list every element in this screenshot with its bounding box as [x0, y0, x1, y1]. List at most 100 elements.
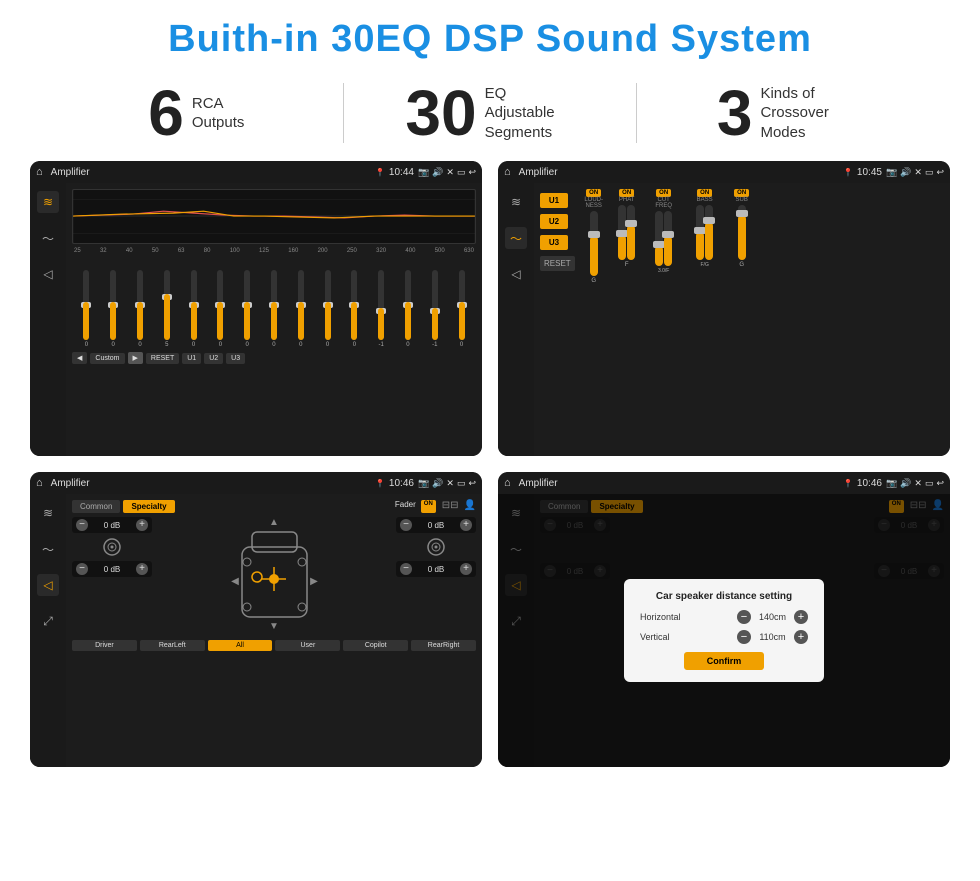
eq-slider-0[interactable]: 0	[74, 270, 99, 348]
rr-minus[interactable]: −	[400, 563, 412, 575]
home-icon-4[interactable]: ⌂	[504, 477, 511, 489]
speaker-icon-3[interactable]: ◁	[37, 574, 59, 596]
screen-crossover-topbar: ⌂ Amplifier 📍 10:45 📷 🔊 ✕ ▭ ↩	[498, 161, 950, 183]
btn-rear-left[interactable]: RearLeft	[140, 640, 205, 651]
cutfreq-slider1[interactable]	[655, 211, 663, 266]
btn-copilot[interactable]: Copilot	[343, 640, 408, 651]
wave-icon[interactable]: 〜	[37, 227, 59, 249]
fl-minus[interactable]: −	[76, 519, 88, 531]
fl-plus[interactable]: +	[136, 519, 148, 531]
rl-plus[interactable]: +	[136, 563, 148, 575]
cutfreq-on[interactable]: ON	[656, 189, 671, 197]
eq-custom-btn[interactable]: Custom	[90, 353, 124, 364]
eq-icon-2[interactable]: ≋	[505, 191, 527, 213]
topbar-icons-3: 📷 🔊 ✕ ▭ ↩	[418, 478, 476, 489]
fr-minus[interactable]: −	[400, 519, 412, 531]
wave-icon-3[interactable]: 〜	[37, 538, 59, 560]
eq-slider-4[interactable]: 0	[181, 270, 206, 348]
bass-on[interactable]: ON	[697, 189, 712, 197]
eq-icon[interactable]: ≋	[37, 191, 59, 213]
btn-all[interactable]: All	[208, 640, 273, 651]
eq-slider-14[interactable]: 0	[449, 270, 474, 348]
btn-user[interactable]: User	[275, 640, 340, 651]
eq-play-btn[interactable]: ▶	[128, 352, 143, 364]
tab-common[interactable]: Common	[72, 500, 120, 513]
sub-slider[interactable]	[738, 205, 746, 260]
preset-u1-btn[interactable]: U1	[540, 193, 568, 208]
wave-icon-2[interactable]: 〜	[505, 227, 527, 249]
rr-plus[interactable]: +	[460, 563, 472, 575]
btn-driver[interactable]: Driver	[72, 640, 137, 651]
dialog-horizontal-control: − 140cm +	[737, 610, 808, 624]
eq-slider-2[interactable]: 0	[128, 270, 153, 348]
phat-slider1[interactable]	[618, 205, 626, 260]
back-icon-4[interactable]: ↩	[936, 478, 944, 489]
screen-fader-title: Amplifier	[51, 478, 371, 489]
eq-slider-3[interactable]: 5	[154, 270, 179, 348]
rl-minus[interactable]: −	[76, 563, 88, 575]
speaker-icon-2[interactable]: ◁	[505, 263, 527, 285]
svg-text:▲: ▲	[269, 517, 279, 528]
stat-eq: 30 EQ AdjustableSegments	[354, 81, 627, 145]
horizontal-plus[interactable]: +	[794, 610, 808, 624]
volume-icon-4: 🔊	[900, 478, 911, 489]
speaker-icon[interactable]: ◁	[37, 263, 59, 285]
fader-tabs: Common Specialty Fader ON ⊟⊟ 👤	[72, 500, 476, 513]
freq-40: 40	[126, 248, 133, 254]
stat-rca-label: RCAOutputs	[192, 94, 245, 133]
phat-slider2[interactable]	[627, 205, 635, 260]
eq-prev-btn[interactable]: ◀	[72, 352, 87, 364]
loudness-slider[interactable]	[590, 211, 598, 276]
sub-val: G	[739, 262, 744, 268]
xover-phat: ON PHAT	[612, 189, 642, 450]
eq-u2-btn[interactable]: U2	[204, 353, 223, 364]
fader-right-controls: − 0 dB + −	[396, 517, 476, 637]
home-icon-3[interactable]: ⌂	[36, 477, 43, 489]
fl-speaker	[72, 537, 152, 557]
confirm-button[interactable]: Confirm	[684, 652, 764, 670]
reset-btn[interactable]: RESET	[540, 256, 575, 271]
eq-slider-9[interactable]: 0	[315, 270, 340, 348]
fader-fl-control: − 0 dB +	[72, 517, 152, 533]
phat-on[interactable]: ON	[619, 189, 634, 197]
fader-on[interactable]: ON	[421, 500, 436, 513]
loudness-on[interactable]: ON	[586, 189, 601, 197]
btn-rear-right[interactable]: RearRight	[411, 640, 476, 651]
back-icon[interactable]: ↩	[468, 167, 476, 178]
home-icon-2[interactable]: ⌂	[504, 166, 511, 178]
freq-320: 320	[376, 248, 386, 254]
stat-rca: 6 RCAOutputs	[60, 81, 333, 145]
back-icon-3[interactable]: ↩	[468, 478, 476, 489]
bass-slider2[interactable]	[705, 205, 713, 260]
eq-icon-3[interactable]: ≋	[37, 502, 59, 524]
back-icon-2[interactable]: ↩	[936, 167, 944, 178]
bass-slider1[interactable]	[696, 205, 704, 260]
tab-specialty[interactable]: Specialty	[123, 500, 174, 513]
vertical-plus[interactable]: +	[794, 630, 808, 644]
preset-u2-btn[interactable]: U2	[540, 214, 568, 229]
vertical-minus[interactable]: −	[737, 630, 751, 644]
eq-slider-5[interactable]: 0	[208, 270, 233, 348]
eq-reset-btn[interactable]: RESET	[146, 353, 179, 364]
car-diagram-svg: ▼ ▲ ◀ ▶	[227, 517, 322, 637]
arrows-icon[interactable]: ⤢	[37, 610, 59, 632]
eq-slider-1[interactable]: 0	[101, 270, 126, 348]
eq-slider-8[interactable]: 0	[288, 270, 313, 348]
dialog-vertical-control: − 110cm +	[737, 630, 808, 644]
stat-crossover-number: 3	[717, 81, 753, 145]
eq-u3-btn[interactable]: U3	[226, 353, 245, 364]
horizontal-minus[interactable]: −	[737, 610, 751, 624]
xover-sub: ON SUB G	[727, 189, 757, 450]
eq-slider-13[interactable]: -1	[422, 270, 447, 348]
eq-slider-6[interactable]: 0	[235, 270, 260, 348]
eq-slider-11[interactable]: -1	[369, 270, 394, 348]
preset-u3-btn[interactable]: U3	[540, 235, 568, 250]
fr-plus[interactable]: +	[460, 519, 472, 531]
sub-on[interactable]: ON	[734, 189, 749, 197]
cutfreq-slider2[interactable]	[664, 211, 672, 266]
eq-slider-7[interactable]: 0	[262, 270, 287, 348]
eq-slider-10[interactable]: 0	[342, 270, 367, 348]
eq-slider-12[interactable]: 0	[396, 270, 421, 348]
eq-u1-btn[interactable]: U1	[182, 353, 201, 364]
home-icon[interactable]: ⌂	[36, 166, 43, 178]
